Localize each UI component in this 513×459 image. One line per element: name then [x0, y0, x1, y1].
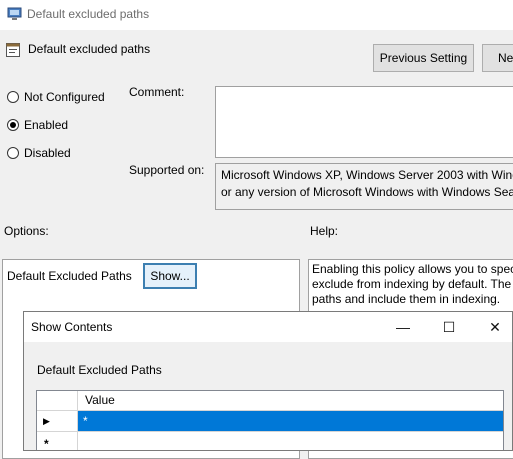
values-grid: Value ▶ * * [36, 390, 504, 450]
dialog-title-bar: Show Contents — ☐ ✕ [24, 312, 512, 342]
policy-setting-icon [6, 43, 20, 57]
table-row[interactable] [78, 432, 503, 450]
next-setting-button[interactable]: Ne [482, 44, 513, 72]
comment-label: Comment: [129, 85, 185, 99]
help-line-3: paths and include them in indexing. [312, 292, 501, 306]
help-label: Help: [310, 224, 339, 238]
title-bar: Default excluded paths [0, 0, 513, 30]
column-header-value[interactable]: Value [78, 391, 503, 411]
new-row-indicator[interactable]: * [37, 432, 78, 450]
excluded-paths-label: Default Excluded Paths [7, 269, 132, 283]
window-title: Default excluded paths [27, 7, 150, 21]
show-button[interactable]: Show... [143, 263, 197, 289]
help-line-2: exclude from indexing by default. The [312, 277, 512, 291]
disabled-radio[interactable] [7, 147, 19, 159]
not-configured-radio[interactable] [7, 91, 19, 103]
show-contents-dialog: Show Contents — ☐ ✕ Default Excluded Pat… [23, 311, 513, 451]
setting-title: Default excluded paths [28, 42, 151, 56]
comment-textarea[interactable] [215, 86, 513, 158]
supported-line-2: or any version of Microsoft Windows with… [221, 185, 513, 199]
close-icon[interactable]: ✕ [472, 312, 512, 342]
enabled-label[interactable]: Enabled [24, 118, 68, 132]
dialog-title: Show Contents [31, 320, 113, 334]
help-line-1: Enabling this policy allows you to spec [312, 262, 513, 276]
not-configured-label[interactable]: Not Configured [24, 90, 105, 104]
disabled-label[interactable]: Disabled [24, 146, 71, 160]
minimize-icon[interactable]: — [380, 312, 426, 342]
supported-line-1: Microsoft Windows XP, Windows Server 200… [221, 168, 513, 182]
supported-on-field: Microsoft Windows XP, Windows Server 200… [215, 163, 513, 210]
maximize-icon[interactable]: ☐ [426, 312, 472, 342]
previous-setting-button[interactable]: Previous Setting [373, 44, 474, 72]
row-indicator[interactable]: ▶ [37, 411, 78, 432]
row-header-corner [37, 391, 78, 411]
table-row[interactable]: * [78, 411, 503, 432]
dialog-list-label: Default Excluded Paths [37, 363, 162, 377]
supported-on-label: Supported on: [129, 163, 205, 177]
help-text: Enabling this policy allows you to spec … [312, 262, 513, 307]
policy-editor-icon [7, 7, 22, 20]
options-label: Options: [4, 224, 49, 238]
enabled-radio[interactable] [7, 119, 19, 131]
